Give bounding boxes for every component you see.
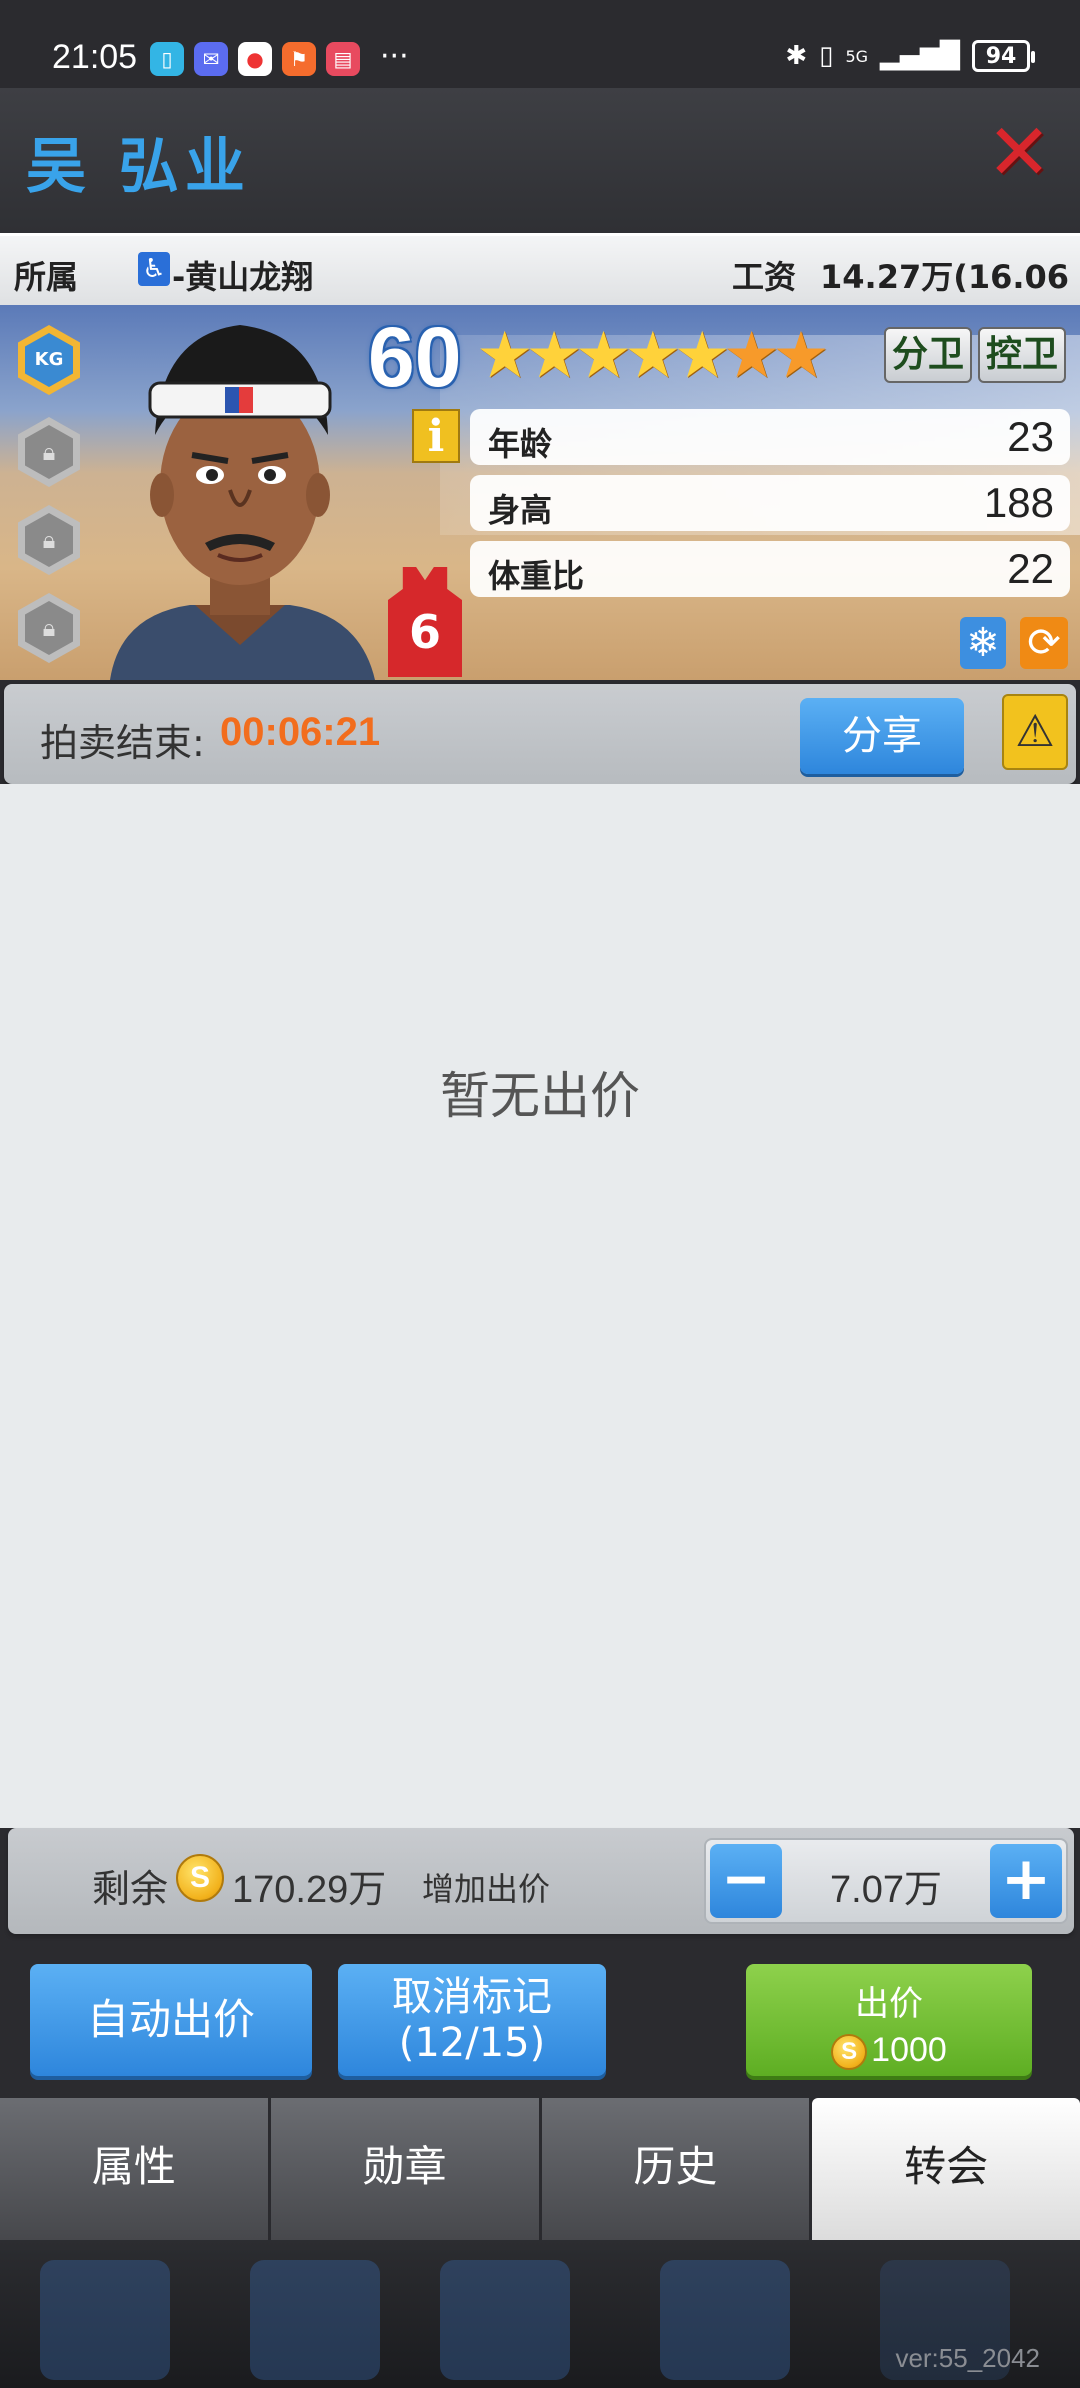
jersey-number: 6 <box>388 567 462 677</box>
tab-attributes[interactable]: 属性 <box>0 2098 268 2240</box>
unmark-label: 取消标记 <box>392 1974 552 2020</box>
bid-list: 暂无出价 <box>0 784 1080 1828</box>
close-icon[interactable]: ✕ <box>984 108 1054 198</box>
position-tag: 控卫 <box>977 327 1066 383</box>
place-bid-button[interactable]: 出价 S 1000 <box>746 1964 1032 2076</box>
more-notifications-icon: ··· <box>380 39 409 74</box>
bid-cost: S 1000 <box>746 2031 1032 2071</box>
remaining-balance: 170.29万 <box>232 1869 387 1911</box>
tab-transfer[interactable]: 转会 <box>812 2098 1080 2240</box>
position-tag: 分卫 <box>883 327 972 383</box>
player-name: 吴 弘业 <box>26 132 251 202</box>
increase-button[interactable]: + <box>990 1844 1062 1918</box>
snowflake-icon[interactable]: ❄ <box>960 617 1006 669</box>
tab-history[interactable]: 历史 <box>541 2098 810 2240</box>
lock-icon[interactable]: 🔒︎ <box>18 417 80 487</box>
lock-icon[interactable]: 🔒︎ <box>18 593 80 663</box>
bid-panel: 剩余 S 170.29万 增加出价 − 7.07万 + <box>8 1828 1074 1934</box>
increase-bid-label: 增加出价 <box>422 1870 551 1908</box>
reader-app-icon: ▤ <box>326 42 360 76</box>
book-app-icon: ▯ <box>150 42 184 76</box>
background-nav: ver:55_2042 <box>0 2240 1080 2388</box>
swap-icon[interactable]: ⟳ <box>1020 617 1068 669</box>
mail-app-icon: ✉ <box>194 42 228 76</box>
auction-end-label: 拍卖结束: <box>40 721 205 765</box>
team-name: -黄山龙翔 <box>172 258 314 296</box>
remaining-label: 剩余 <box>92 1867 169 1911</box>
unmark-button[interactable]: 取消标记 (12/15) <box>338 1964 606 2076</box>
decrease-button[interactable]: − <box>710 1844 782 1918</box>
positions: 分卫 控卫 <box>883 327 1066 383</box>
auto-bid-button[interactable]: 自动出价 <box>30 1964 312 2076</box>
version-label: ver:55_2042 <box>895 2343 1040 2373</box>
battery-icon: 94 <box>972 40 1035 72</box>
auction-countdown: 00:06:21 <box>220 710 381 754</box>
fitness-app-icon: ⚑ <box>282 42 316 76</box>
unmark-count: (12/15) <box>398 2020 546 2066</box>
stat-value: 188 <box>983 479 1054 526</box>
stat-age: 年龄 23 <box>470 409 1070 465</box>
star-icon <box>40 2260 170 2380</box>
bid-amount-stepper: − 7.07万 + <box>704 1838 1068 1924</box>
status-bar: 21:05 ▯ ✉ ● ⚑ ▤ ··· ✱ ▯ 5G ▂▄▆█ 94 <box>0 0 1080 88</box>
vibrate-icon: ▯ <box>819 41 834 71</box>
player-rating: 60 <box>368 310 462 404</box>
stat-label: 体重比 <box>488 557 585 595</box>
system-indicators: ✱ ▯ 5G ▂▄▆█ 94 <box>785 40 1035 72</box>
title-bar: 吴 弘业 ✕ <box>0 88 1080 233</box>
wheelchair-icon: ♿ <box>138 252 170 286</box>
share-button[interactable]: 分享 <box>800 698 964 774</box>
stat-height: 身高 188 <box>470 475 1070 531</box>
tab-bar: 属性 勋章 历史 转会 <box>0 2098 1080 2240</box>
lock-icon[interactable]: 🔒︎ <box>18 505 80 575</box>
notification-icons: ▯ ✉ ● ⚑ ▤ ··· <box>150 42 409 76</box>
coin-icon: S <box>176 1854 224 1902</box>
team-icon <box>440 2260 570 2380</box>
affiliation-label: 所属 <box>14 258 79 296</box>
browser-app-icon: ● <box>238 42 272 76</box>
auction-bar: 拍卖结束: 00:06:21 分享 ⚠ <box>4 684 1076 784</box>
bid-amount: 7.07万 <box>830 1869 942 1911</box>
coin-icon: S <box>831 2034 868 2071</box>
stat-label: 年龄 <box>488 425 553 463</box>
shop-icon <box>660 2260 790 2380</box>
salary-label: 工资 <box>732 258 797 296</box>
bluetooth-icon: ✱ <box>785 41 808 71</box>
yen-icon <box>250 2260 380 2380</box>
team[interactable]: ♿ -黄山龙翔 <box>138 252 313 298</box>
stat-label: 身高 <box>488 491 553 529</box>
info-icon[interactable]: i <box>412 409 460 463</box>
info-row: 所属 ♿-黄山龙翔 工资 14.27万(16.06万) <box>0 233 1080 342</box>
signal-icon: ▂▄▆█ <box>880 41 960 71</box>
warning-icon[interactable]: ⚠ <box>1002 694 1068 770</box>
star-rating: ★ ★ ★ ★ ★ ★ ★ <box>476 321 830 391</box>
stat-weight-ratio: 体重比 22 <box>470 541 1070 597</box>
clock: 21:05 <box>52 38 138 76</box>
player-avatar <box>110 325 375 680</box>
stat-value: 23 <box>1007 413 1054 460</box>
tab-medals[interactable]: 勋章 <box>270 2098 539 2240</box>
kg-badge-icon[interactable]: KG <box>18 325 80 395</box>
empty-bids-text: 暂无出价 <box>440 1067 640 1125</box>
bid-label: 出价 <box>855 1984 923 2024</box>
bid-cost-value: 1000 <box>871 2031 947 2069</box>
player-card: KG 🔒︎ 🔒︎ 🔒︎ 6 60 ★ ★ ★ ★ ★ ★ ★ 分卫 控卫 i 年龄 23 身… <box>0 305 1080 680</box>
star-icon: ★ <box>772 319 830 393</box>
network-type: 5G <box>845 46 869 66</box>
stat-value: 22 <box>1007 545 1054 592</box>
